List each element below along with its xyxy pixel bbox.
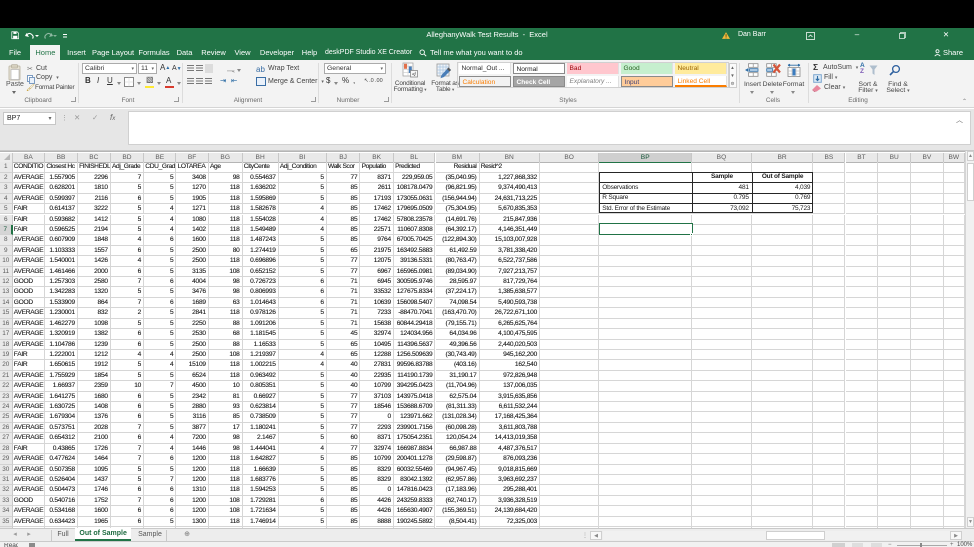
svg-text:ab: ab bbox=[256, 65, 265, 74]
